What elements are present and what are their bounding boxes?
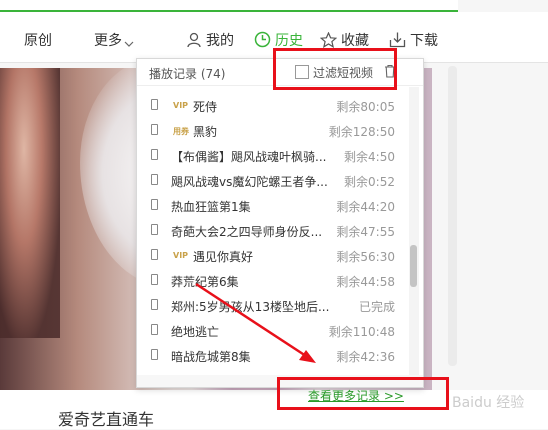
watermark: Baidu 经验: [452, 395, 525, 411]
annotation-arrow: [195, 282, 316, 363]
